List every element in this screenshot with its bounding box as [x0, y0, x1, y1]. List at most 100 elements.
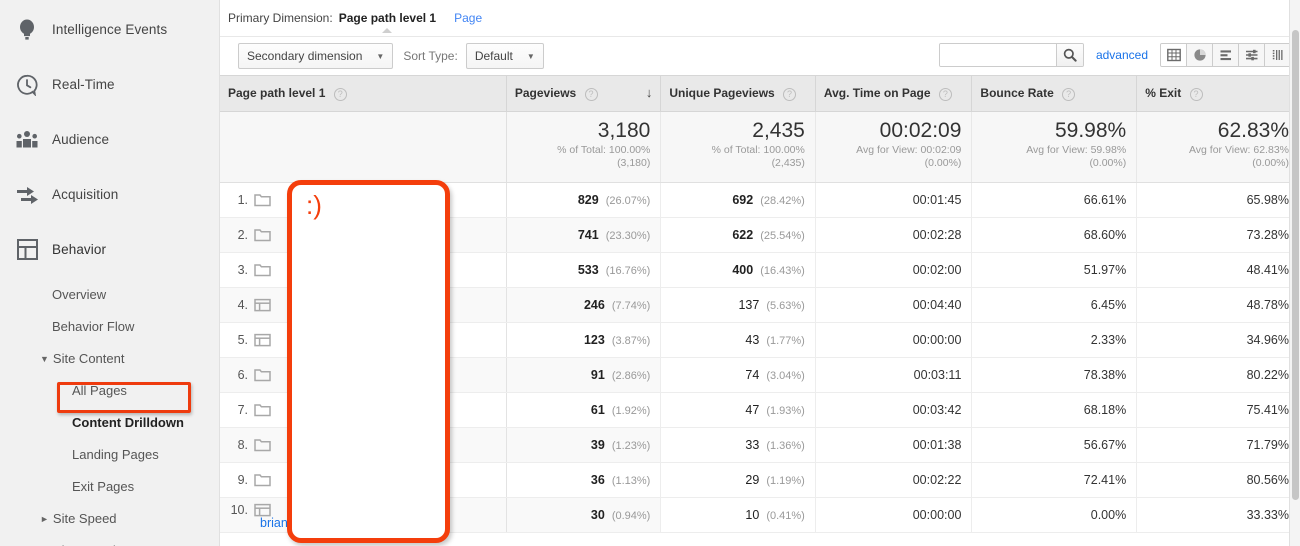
row-avg-time-value: 00:00:00 — [912, 333, 962, 347]
summary-bounce-rate: 59.98% Avg for View: 59.98% (0.00%) — [971, 111, 1138, 183]
row-pageviews: 829 (26.07%) — [506, 182, 662, 218]
row-avg-time-value: 00:03:11 — [913, 368, 962, 382]
sort-type-dropdown[interactable]: Default ▼ — [465, 43, 544, 69]
folder-icon — [254, 228, 276, 242]
table-row[interactable]: 10. brian 30 (0.94%) 10 (0.41%) 00:00:00 0… — [220, 497, 1300, 533]
help-icon[interactable]: ? — [1062, 87, 1076, 101]
row-pageviews: 30 (0.94%) — [506, 497, 662, 533]
row-unique-pageviews: 137 (5.63%) — [660, 287, 816, 323]
row-exit-value: 73.28% — [1246, 228, 1289, 242]
table-row[interactable]: 9. 36 (1.13%) 29 (1.19%) 00:02:22 72.41% 8… — [220, 462, 1300, 498]
sidebar-item-audience[interactable]: Audience — [0, 112, 219, 167]
sidebar-group-site-search[interactable]: ► Site Search — [0, 535, 219, 546]
row-unique-pageviews: 43 (1.77%) — [660, 322, 816, 358]
table-row[interactable]: 1. 829 (26.07%) 692 (28.42%) 00:01:45 66.6… — [220, 182, 1300, 218]
sidebar-item-content-drilldown[interactable]: Content Drilldown — [0, 407, 219, 439]
row-unique-value: 74 — [745, 368, 760, 382]
row-index: 6. — [237, 368, 248, 382]
sidebar-item-behavior[interactable]: Behavior — [0, 222, 219, 277]
row-unique-value: 400 — [732, 263, 754, 277]
help-icon[interactable]: ? — [584, 87, 598, 101]
row-unique-value: 47 — [745, 403, 760, 417]
pie-chart-view-icon[interactable] — [1187, 44, 1213, 66]
column-header-percent-exit[interactable]: % Exit ? — [1136, 75, 1300, 112]
row-percent-exit: 80.22% — [1136, 357, 1300, 393]
sidebar-item-behavior-flow[interactable]: Behavior Flow — [0, 311, 219, 343]
search-icon[interactable] — [1055, 44, 1083, 66]
view-type-group — [1160, 43, 1292, 67]
table-row[interactable]: 7. 61 (1.92%) 47 (1.93%) 00:03:42 68.18% 7… — [220, 392, 1300, 428]
row-unique-pct: (1.36%) — [766, 440, 805, 452]
help-icon[interactable]: ? — [938, 87, 952, 101]
row-index: 5. — [237, 333, 248, 347]
row-bounce-value: 68.18% — [1083, 403, 1127, 417]
sidebar-group-site-content[interactable]: ▼ Site Content — [0, 343, 219, 375]
summary-row: 3,180 % of Total: 100.00% (3,180) 2,435 … — [220, 111, 1300, 183]
row-unique-pct: (1.77%) — [766, 335, 805, 347]
advanced-link[interactable]: advanced — [1096, 48, 1148, 62]
lightbulb-icon — [10, 13, 44, 47]
column-label: Bounce Rate — [980, 86, 1054, 101]
chevron-down-icon: ▼ — [40, 353, 49, 364]
primary-dimension-label: Primary Dimension: — [228, 11, 333, 25]
sidebar-item-all-pages[interactable]: All Pages — [0, 375, 219, 407]
row-pageviews-pct: (7.74%) — [611, 300, 651, 312]
table-row[interactable]: 4. 246 (7.74%) 137 (5.63%) 00:04:40 6.45% … — [220, 287, 1300, 323]
row-pageviews-value: 36 — [590, 473, 605, 487]
row-avg-time-value: 00:01:45 — [912, 193, 962, 207]
help-icon[interactable]: ? — [1189, 87, 1203, 101]
sidebar-item-overview[interactable]: Overview — [0, 279, 219, 311]
column-header-bounce-rate[interactable]: Bounce Rate ? — [971, 75, 1138, 112]
row-bounce-rate: 6.45% — [971, 287, 1138, 323]
secondary-dimension-dropdown[interactable]: Secondary dimension ▼ — [238, 43, 394, 69]
page-icon — [254, 333, 276, 347]
table-row[interactable]: 3. 533 (16.76%) 400 (16.43%) 00:02:00 51.9… — [220, 252, 1300, 288]
row-index: 7. — [237, 403, 248, 417]
table-head: Page path level 1 ? Pageviews ? ↓ Unique… — [220, 75, 1300, 112]
column-header-pageviews[interactable]: Pageviews ? ↓ — [506, 75, 662, 112]
primary-dimension-page-link[interactable]: Page — [454, 11, 482, 25]
column-label: Unique Pageviews — [669, 86, 775, 101]
row-dimension-cell: 3. — [220, 252, 507, 288]
summary-unique-pageviews: 2,435 % of Total: 100.00% (2,435) — [660, 111, 816, 183]
comparison-view-icon[interactable] — [1239, 44, 1265, 66]
vertical-scrollbar[interactable] — [1289, 0, 1300, 546]
sidebar-group-site-speed[interactable]: ► Site Speed — [0, 503, 219, 535]
row-bounce-rate: 78.38% — [971, 357, 1138, 393]
search-input[interactable] — [939, 44, 1056, 66]
row-page-path[interactable]: brian — [260, 516, 288, 530]
row-pageviews-pct: (1.13%) — [611, 475, 651, 487]
column-header-page-path-level-1[interactable]: Page path level 1 ? — [220, 75, 507, 112]
sidebar-item-intelligence-events[interactable]: Intelligence Events — [0, 2, 219, 57]
table-row[interactable]: 5. 123 (3.87%) 43 (1.77%) 00:00:00 2.33% 3… — [220, 322, 1300, 358]
row-unique-value: 29 — [745, 473, 760, 487]
primary-dimension-selected[interactable]: Page path level 1 — [339, 11, 436, 33]
summary-percent-exit: 62.83% Avg for View: 62.83% (0.00%) — [1136, 111, 1300, 183]
layout-icon — [10, 233, 44, 267]
search-box[interactable] — [938, 43, 1084, 67]
sidebar-item-acquisition[interactable]: Acquisition — [0, 167, 219, 222]
scrollbar-thumb[interactable] — [1292, 30, 1299, 500]
help-icon[interactable]: ? — [333, 87, 347, 101]
table-row[interactable]: 2. 741 (23.30%) 622 (25.54%) 00:02:28 68.6… — [220, 217, 1300, 253]
performance-view-icon[interactable] — [1213, 44, 1239, 66]
row-pageviews: 91 (2.86%) — [506, 357, 662, 393]
table-row[interactable]: 6. 91 (2.86%) 74 (3.04%) 00:03:11 78.38% 8… — [220, 357, 1300, 393]
row-avg-time: 00:01:45 — [815, 182, 973, 218]
table-row[interactable]: 8. 39 (1.23%) 33 (1.36%) 00:01:38 56.67% 7… — [220, 427, 1300, 463]
summary-sub1: Avg for View: 62.83% — [1188, 144, 1289, 156]
column-header-avg-time-on-page[interactable]: Avg. Time on Page ? — [815, 75, 973, 112]
row-dimension-cell: 8. — [220, 427, 507, 463]
help-icon[interactable]: ? — [783, 87, 797, 101]
summary-value: 62.83% — [1217, 119, 1289, 142]
sidebar-item-real-time[interactable]: Real-Time — [0, 57, 219, 112]
row-unique-pageviews: 47 (1.93%) — [660, 392, 816, 428]
folder-icon — [254, 263, 276, 277]
sidebar-item-exit-pages[interactable]: Exit Pages — [0, 471, 219, 503]
table-view-icon[interactable] — [1161, 44, 1187, 66]
row-pageviews-value: 741 — [577, 228, 599, 242]
pivot-view-icon[interactable] — [1265, 44, 1291, 66]
sidebar-item-landing-pages[interactable]: Landing Pages — [0, 439, 219, 471]
column-header-unique-pageviews[interactable]: Unique Pageviews ? — [660, 75, 816, 112]
chevron-down-icon: ▼ — [526, 51, 535, 61]
